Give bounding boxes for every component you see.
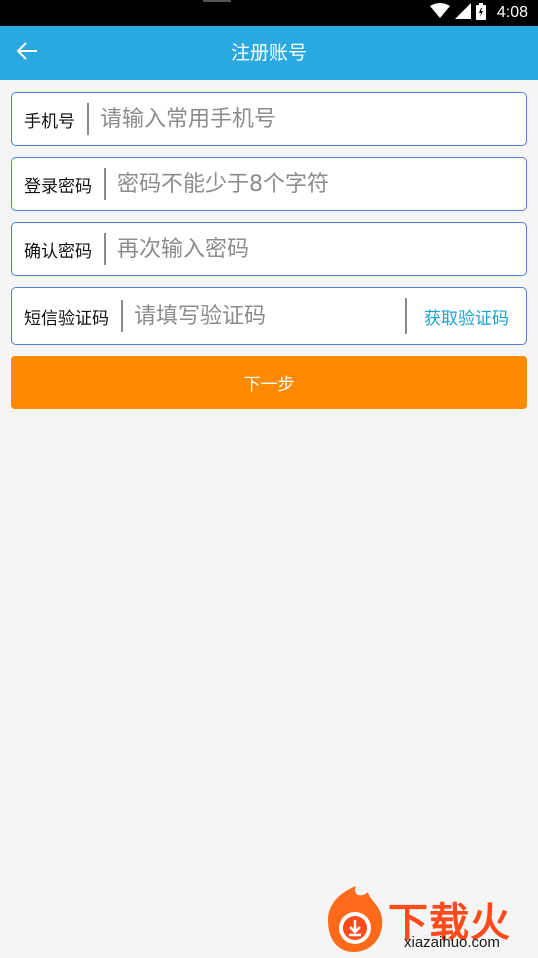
watermark-url: xiazaihuo.com xyxy=(404,934,500,951)
sms-code-input[interactable] xyxy=(123,288,405,344)
password-field: 登录密码 xyxy=(11,157,527,211)
phone-input[interactable] xyxy=(89,93,526,145)
password-input[interactable] xyxy=(106,158,526,210)
page-title: 注册账号 xyxy=(230,42,307,64)
watermark: 下载火 xiazaihuo.com xyxy=(318,886,538,956)
sms-code-label: 短信验证码 xyxy=(24,308,109,329)
signal-icon xyxy=(454,3,471,23)
confirm-password-input[interactable] xyxy=(106,223,526,275)
back-button[interactable] xyxy=(8,34,46,72)
battery-icon xyxy=(475,2,486,24)
arrow-left-icon xyxy=(16,42,38,64)
phone-label: 手机号 xyxy=(24,111,75,132)
status-time: 4:08 xyxy=(496,4,528,21)
status-icons: 4:08 xyxy=(429,0,528,26)
phone-field: 手机号 xyxy=(11,92,527,146)
next-step-button[interactable]: 下一步 xyxy=(11,356,527,409)
status-notch xyxy=(203,0,231,2)
wifi-icon xyxy=(429,3,450,23)
confirm-password-label: 确认密码 xyxy=(24,241,92,262)
flame-logo-icon xyxy=(318,886,388,954)
sms-code-field: 短信验证码 获取验证码 xyxy=(11,287,527,345)
confirm-password-field: 确认密码 xyxy=(11,222,527,276)
app-bar: 注册账号 xyxy=(0,26,538,80)
status-bar: 4:08 xyxy=(0,0,538,26)
register-form: 手机号 登录密码 确认密码 短信验证码 获取验证码 下一步 xyxy=(11,92,527,409)
get-code-button[interactable]: 获取验证码 xyxy=(407,304,526,329)
password-label: 登录密码 xyxy=(24,176,92,197)
